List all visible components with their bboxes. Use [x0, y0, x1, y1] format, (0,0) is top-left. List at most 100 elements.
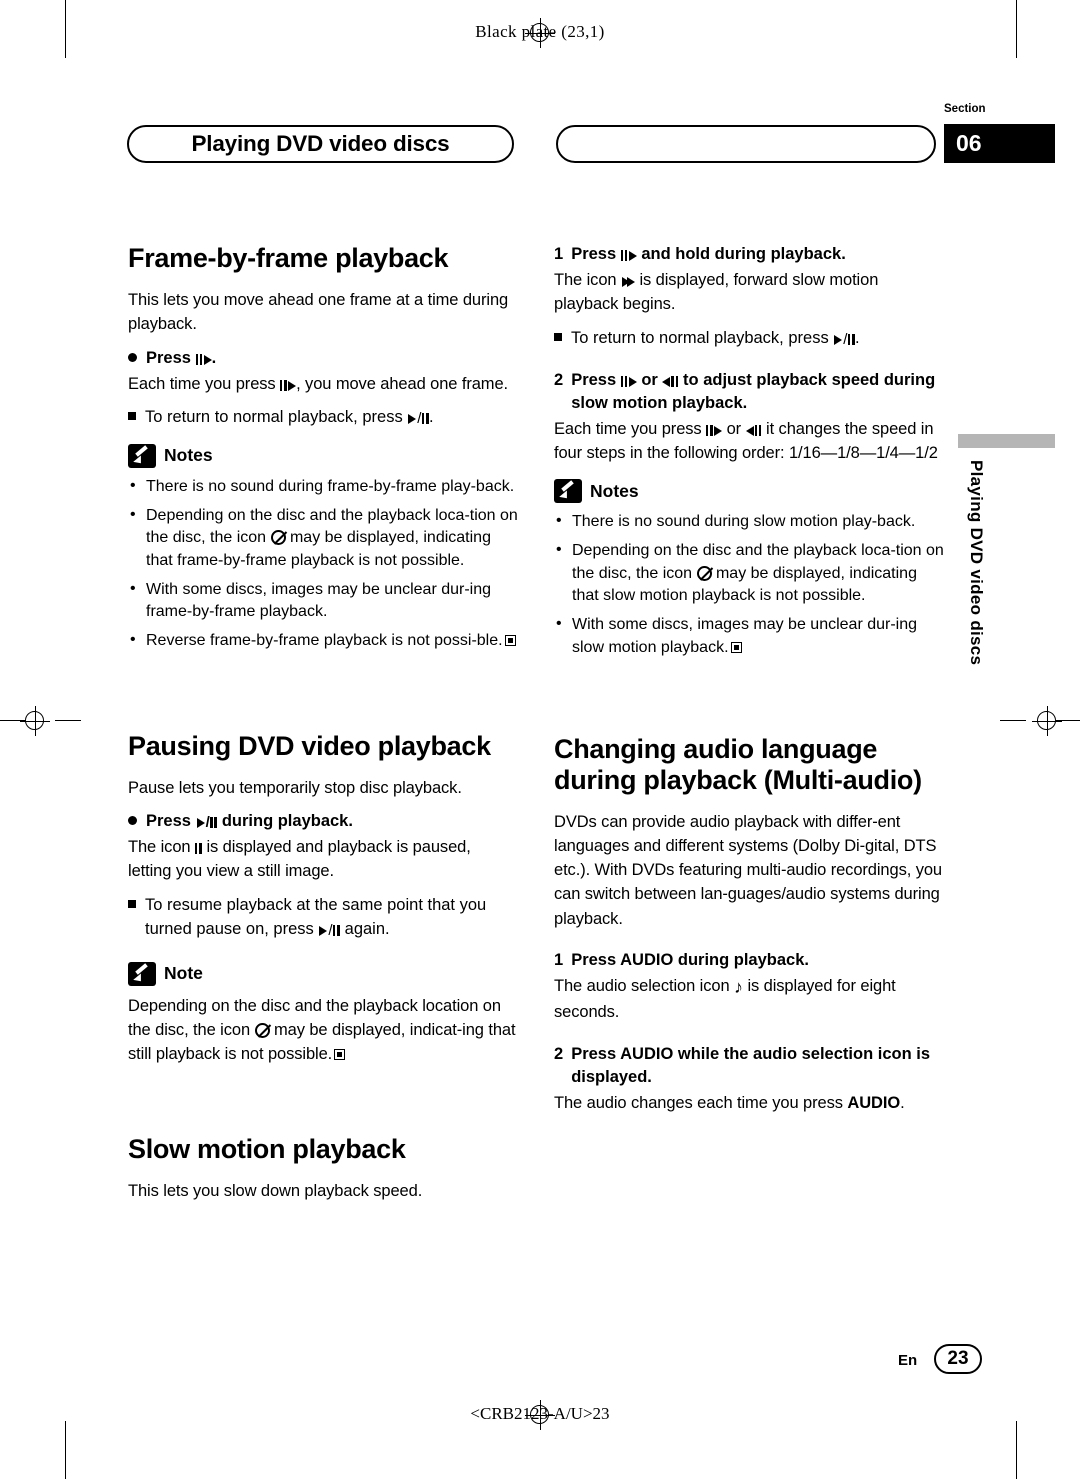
slow-step-1-number: 1	[554, 245, 564, 263]
frame-by-frame-intro: This lets you move ahead one frame at a …	[128, 291, 509, 334]
slow-step-1-note: To return to normal playback, press /.	[554, 327, 944, 351]
audio-step-1-label: Press AUDIO during playback.	[571, 950, 809, 969]
pencil-icon	[128, 961, 156, 986]
slow-step-2-number: 2	[554, 370, 564, 389]
page-title: Playing DVD video discs	[191, 131, 450, 156]
pause-play-forward-icon	[620, 248, 637, 263]
page-title-pill: Playing DVD video discs	[127, 125, 514, 163]
audio-language-intro: DVDs can provide audio playback with dif…	[554, 812, 943, 928]
frame-notes-list: There is no sound during frame-by-frame …	[128, 475, 518, 653]
music-note-icon: ♪	[734, 976, 743, 997]
pause-play-forward-icon	[620, 374, 637, 389]
play-pause-icon: /	[407, 411, 429, 426]
frame-note-item: Depending on the disc and the playback l…	[128, 504, 518, 573]
section-label: Section	[944, 103, 986, 115]
crop-mark-bottom-left	[65, 1421, 66, 1479]
audio-step-2-label: Press AUDIO while the audio selection ic…	[571, 1044, 931, 1086]
heading-audio-line2: during playback (Multi-audio)	[554, 764, 922, 795]
slow-note-item: There is no sound during slow motion pla…	[554, 510, 944, 534]
bullet-dot-icon	[128, 352, 137, 362]
slow-step-1-text: Press and hold during playback.	[571, 245, 846, 263]
page-number-badge: 23	[934, 1344, 982, 1374]
registration-mark-right	[1032, 706, 1062, 736]
pausing-note-label: Note	[164, 963, 203, 984]
pausing-note-text: Depending on the disc and the playback l…	[128, 996, 516, 1064]
heading-pausing: Pausing DVD video playback	[128, 730, 491, 761]
side-tab-bar	[958, 434, 1055, 448]
pausing-step-text: Press / during playback.	[146, 812, 353, 832]
audio-step-2-body: The audio changes each time you press AU…	[554, 1093, 905, 1112]
pencil-icon	[554, 479, 582, 504]
slow-note-item: With some discs, images may be unclear d…	[554, 613, 944, 659]
pencil-icon	[128, 443, 156, 468]
reverse-pause-icon	[662, 374, 679, 389]
pausing-resume-note-text: To resume playback at the same point tha…	[145, 895, 487, 939]
slow-step-1: 1 Press and hold during playback.	[554, 243, 944, 266]
pause-play-forward-icon-2	[706, 423, 723, 438]
pause-play-forward-icon-2	[280, 378, 297, 393]
pause-icon	[194, 841, 202, 856]
frame-note-item: There is no sound during frame-by-frame …	[128, 475, 518, 499]
frame-step-text: Press .	[146, 348, 217, 367]
slow-notes-list: There is no sound during slow motion pla…	[554, 510, 944, 659]
prohibited-icon	[696, 565, 712, 581]
slow-forward-icon	[621, 274, 635, 289]
crop-mark-right-upper	[1000, 720, 1026, 721]
play-pause-icon: /	[318, 923, 340, 938]
prohibited-icon	[270, 530, 286, 546]
pausing-body: The icon is displayed and playback is pa…	[128, 838, 471, 881]
end-of-section-icon	[334, 1049, 346, 1061]
pausing-note-title: Note	[128, 961, 518, 986]
heading-audio-language: Changing audio language during playback …	[554, 734, 944, 796]
play-pause-icon: /	[196, 815, 218, 830]
right-column: 1 Press and hold during playback. The ic…	[554, 243, 944, 1125]
side-tab-label: Playing DVD video discs	[967, 460, 986, 666]
section-number-badge: 06	[944, 124, 1055, 163]
slow-step-2: 2 Press or to adjust playback speed duri…	[554, 369, 944, 415]
slow-step-1-body: The icon is displayed, forward slow moti…	[554, 271, 879, 314]
slow-step-2-text: Press or to adjust playback speed during…	[571, 370, 936, 412]
crop-mark-bottom-right	[1016, 1421, 1017, 1479]
pausing-resume-note: To resume playback at the same point tha…	[128, 894, 518, 942]
registration-circle-right	[1037, 711, 1056, 730]
audio-step-1: 1 Press AUDIO during playback.	[554, 949, 944, 972]
frame-step-bullet: Press .	[128, 347, 518, 370]
frame-return-note-text: To return to normal playback, press /.	[145, 407, 434, 427]
frame-return-note: To return to normal playback, press /.	[128, 406, 518, 430]
left-column: Frame-by-frame playback This lets you mo…	[128, 243, 518, 1214]
pause-play-forward-icon	[195, 352, 212, 367]
frame-note-item: Reverse frame-by-frame playback is not p…	[128, 629, 518, 653]
square-bullet-icon	[128, 411, 136, 420]
frame-step-body: Each time you press , you move ahead one…	[128, 374, 509, 393]
bullet-dot-icon	[128, 816, 137, 826]
frame-notes-label: Notes	[164, 445, 213, 466]
reverse-pause-icon-2	[745, 423, 762, 438]
slow-notes-title: Notes	[554, 479, 944, 504]
prohibited-icon	[254, 1022, 270, 1038]
square-bullet-icon	[128, 899, 136, 908]
square-bullet-icon	[554, 332, 562, 341]
heading-slow-motion: Slow motion playback	[128, 1134, 406, 1165]
header-decoration-bar	[556, 125, 936, 163]
registration-mark-left	[20, 706, 50, 736]
slow-motion-intro: This lets you slow down playback speed.	[128, 1182, 423, 1201]
slow-step-2-body: Each time you press or it changes the sp…	[554, 419, 938, 462]
crop-mark-left-lower	[55, 720, 81, 721]
pausing-intro: Pause lets you temporarily stop disc pla…	[128, 778, 462, 797]
black-plate-label: Black plate (23,1)	[475, 22, 605, 41]
heading-audio-line1: Changing audio language	[554, 733, 878, 764]
end-of-section-icon	[504, 635, 516, 647]
frame-note-item: With some discs, images may be unclear d…	[128, 578, 518, 624]
end-of-section-icon	[730, 641, 742, 653]
audio-step-1-body: The audio selection icon ♪ is displayed …	[554, 974, 944, 1025]
audio-step-1-number: 1	[554, 950, 564, 969]
document-code: <CRB2123-A/U>23	[470, 1404, 610, 1423]
slow-notes-label: Notes	[590, 480, 639, 501]
slow-step-1-note-text: To return to normal playback, press /.	[571, 328, 860, 348]
audio-step-2: 2 Press AUDIO while the audio selection …	[554, 1043, 944, 1089]
frame-notes-title: Notes	[128, 443, 518, 468]
slow-note-item: Depending on the disc and the playback l…	[554, 539, 944, 608]
audio-step-2-number: 2	[554, 1044, 564, 1063]
heading-frame-by-frame: Frame-by-frame playback	[128, 243, 449, 273]
pausing-step-bullet: Press / during playback.	[128, 810, 518, 833]
